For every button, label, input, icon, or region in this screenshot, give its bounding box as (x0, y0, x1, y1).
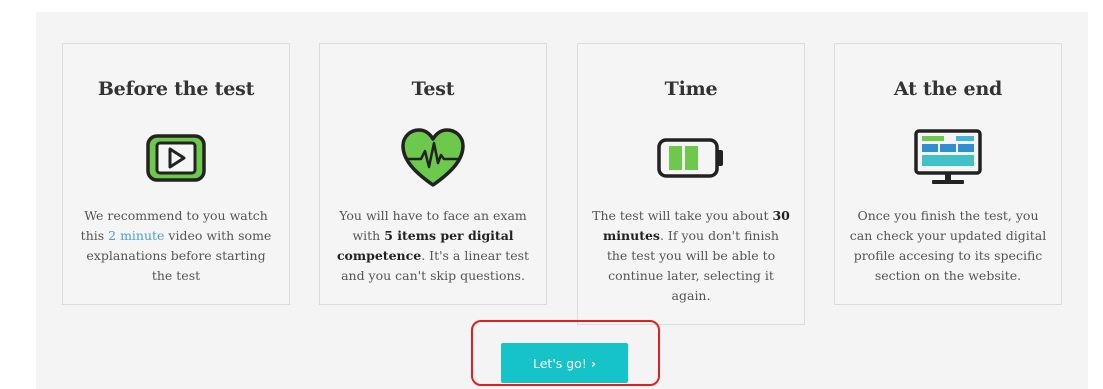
card-title: At the end (893, 78, 1003, 100)
card-time: Time The test will take you about 30 min… (577, 43, 805, 325)
card-description: The test will take you about 30 minutes.… (592, 206, 790, 306)
play-video-icon (146, 134, 206, 182)
lets-go-button[interactable]: Let's go! › (501, 343, 628, 383)
description-text: The test will take you about (592, 208, 773, 223)
video-link[interactable]: 2 minute (108, 228, 164, 243)
button-label: Let's go! (532, 355, 587, 371)
card-description: Once you finish the test, you can check … (849, 208, 1047, 283)
card-test: Test You will have to face an exam with … (319, 43, 547, 305)
battery-icon (657, 138, 723, 178)
card-description: You will have to face an exam with 5 ite… (334, 206, 532, 286)
card-at-the-end: At the end Once you finish the test, you… (834, 43, 1062, 305)
card-title: Before the test (97, 78, 255, 100)
card-description: We recommend to you watch this 2 minute … (77, 206, 275, 286)
chevron-right-icon: › (590, 355, 596, 371)
monitor-profile-icon (914, 129, 982, 184)
card-title: Time (664, 78, 718, 100)
card-title: Test (411, 78, 455, 100)
heart-pulse-icon (401, 128, 465, 187)
card-before-the-test: Before the test We recommend to you watc… (62, 43, 290, 305)
